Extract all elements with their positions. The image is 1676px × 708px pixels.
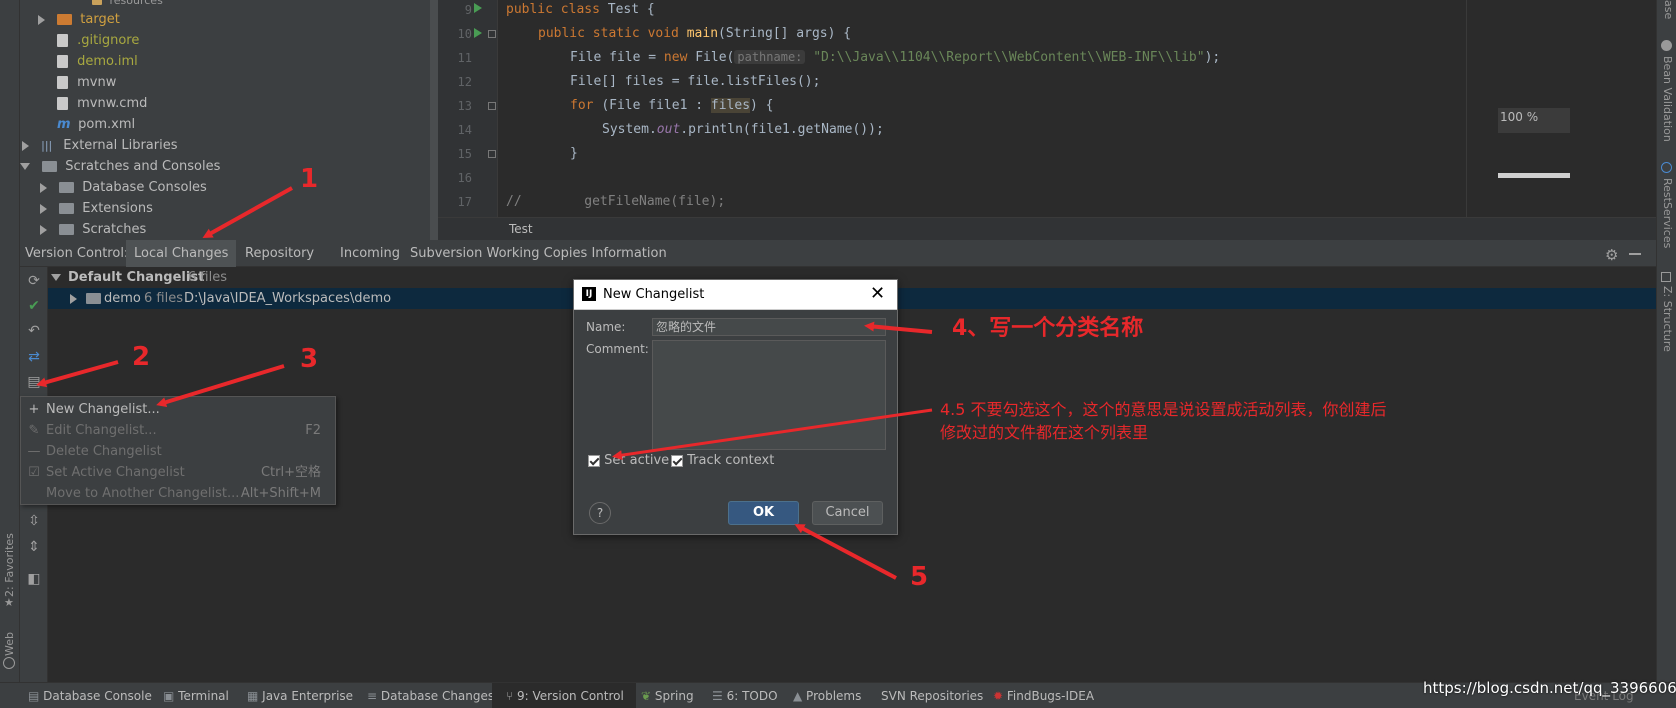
- annotation-arrows: [36, 186, 933, 580]
- arrow-5: [794, 524, 897, 580]
- annotation-4: 4、写一个分类名称: [952, 316, 1144, 341]
- annotation-2: 2: [132, 342, 151, 372]
- annotation-5: 5: [910, 562, 929, 592]
- arrow-4: [864, 321, 933, 334]
- arrow-3: [156, 364, 285, 408]
- annotation-4-5-line1: 4.5 不要勾选这个，这个的意思是说设置成活动列表，你创建后: [940, 400, 1387, 419]
- annotation-3: 3: [300, 344, 319, 374]
- arrow-2: [36, 360, 119, 388]
- arrow-4-5: [612, 408, 933, 461]
- annotation-4-5-line2: 修改过的文件都在这个列表里: [940, 423, 1149, 442]
- arrow-1: [202, 186, 293, 238]
- annotation-1: 1: [300, 164, 319, 194]
